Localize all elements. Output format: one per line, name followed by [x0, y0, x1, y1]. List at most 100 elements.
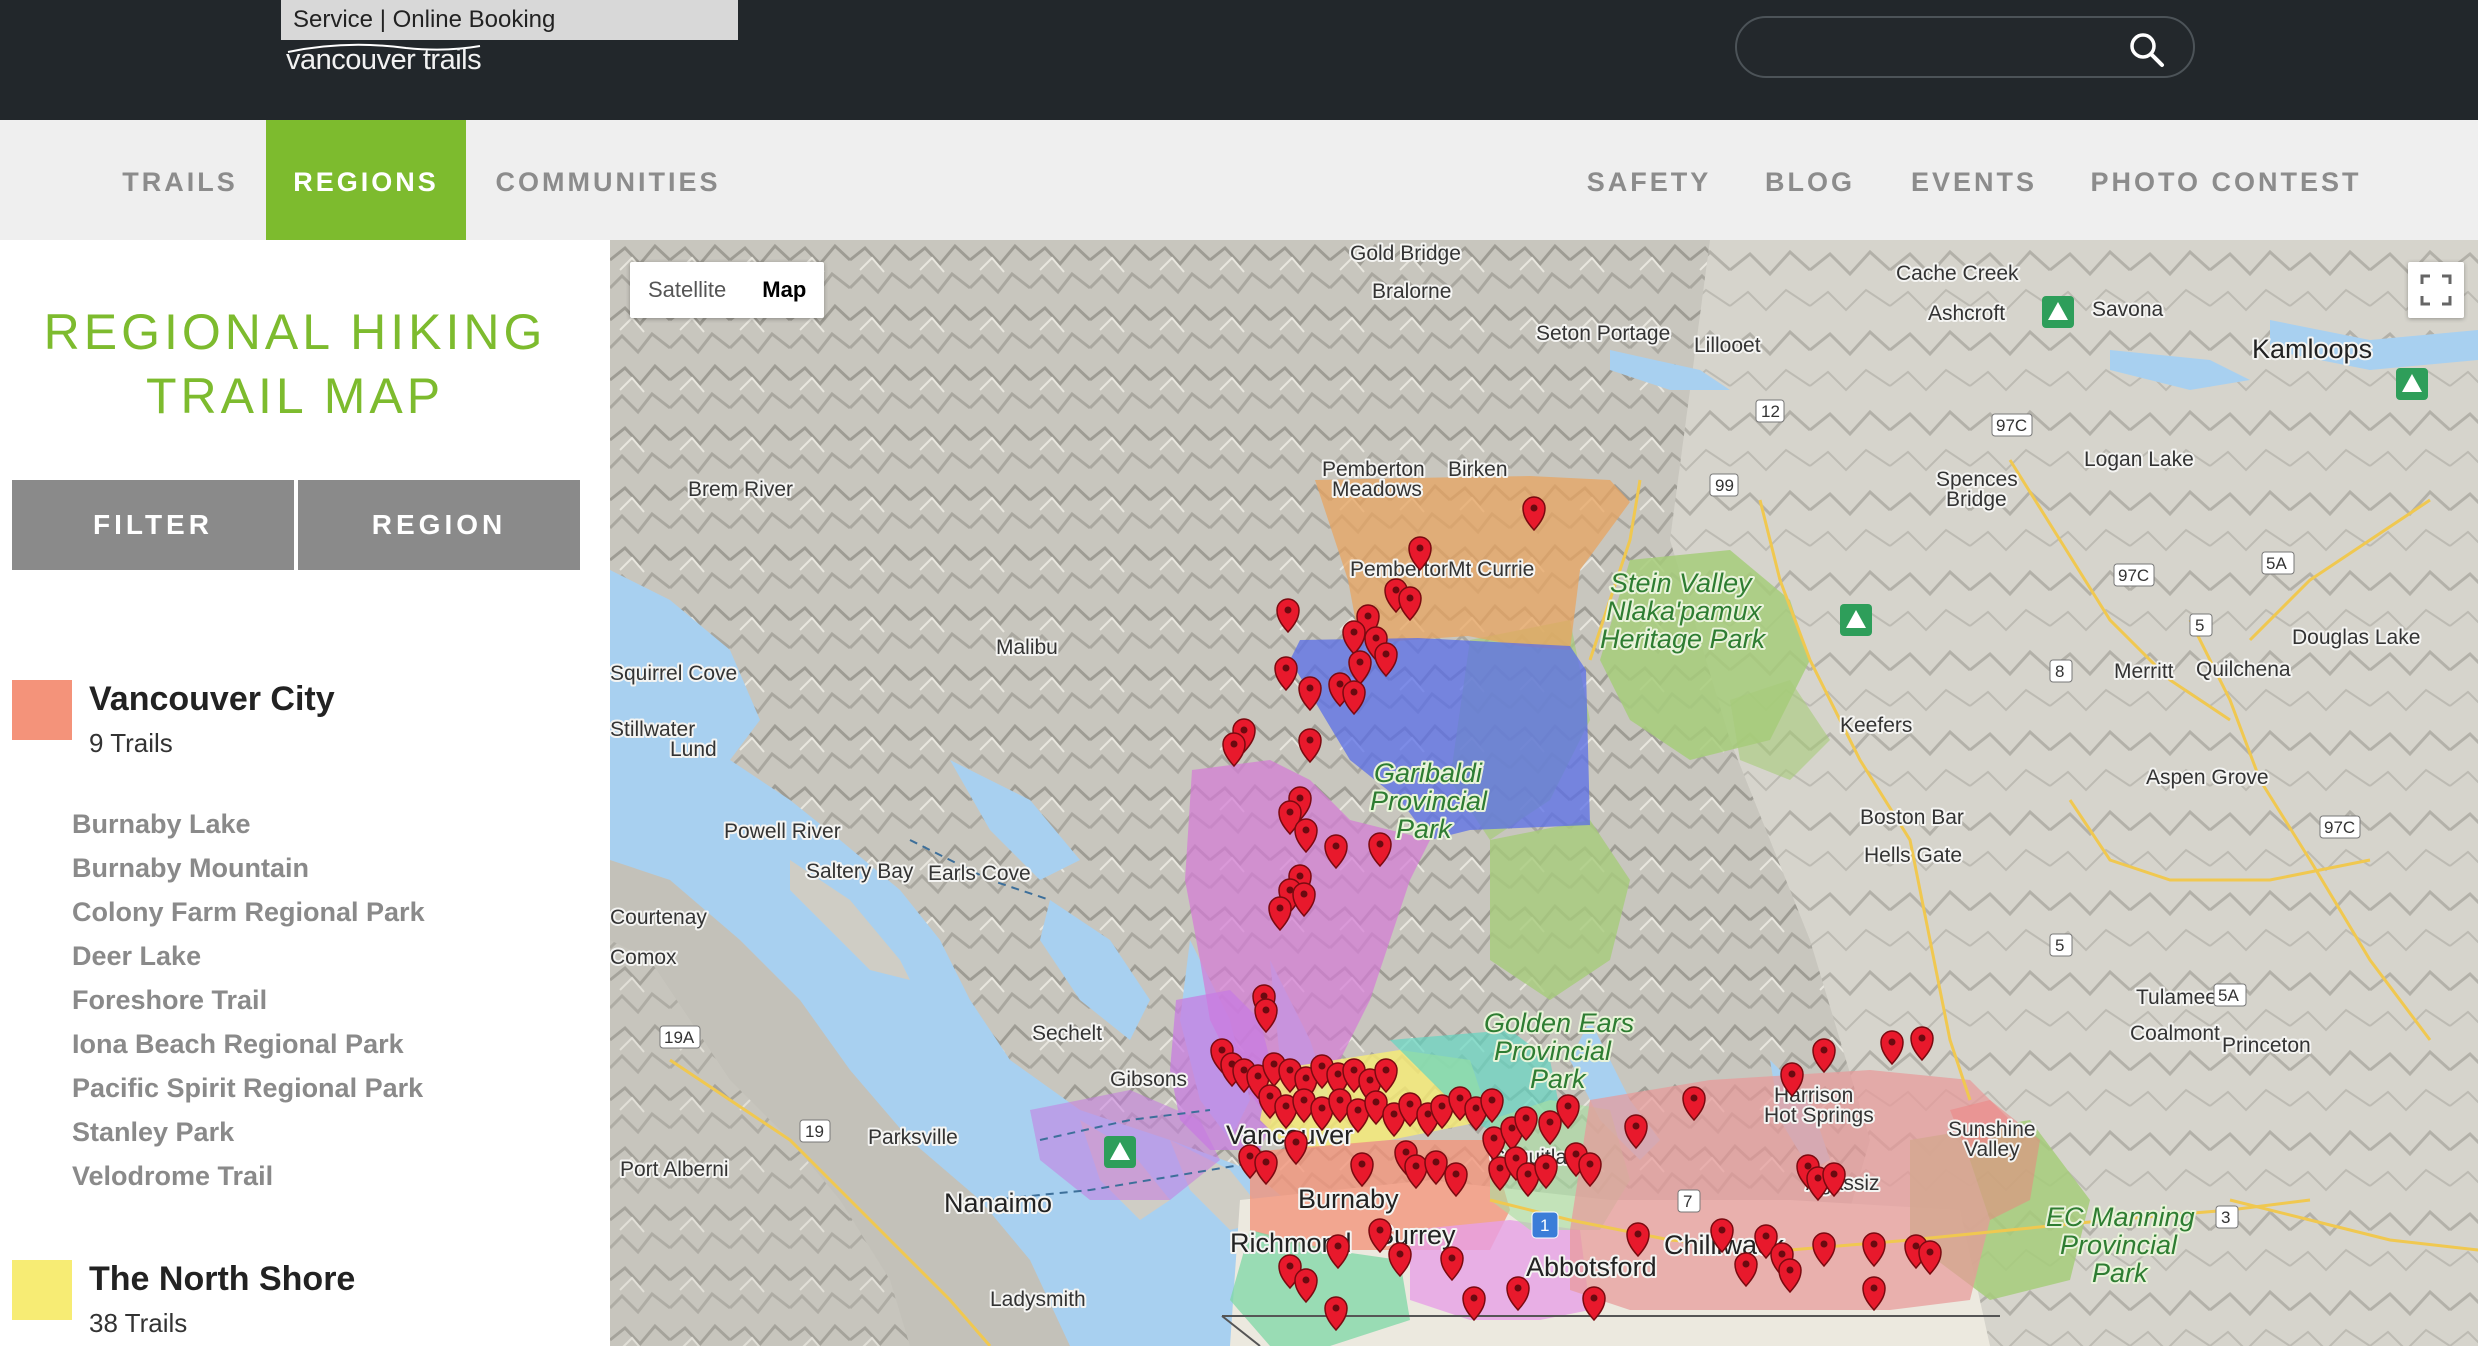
svg-text:Garibaldi: Garibaldi	[1374, 758, 1483, 788]
trail-link[interactable]: Stanley Park	[72, 1110, 425, 1154]
svg-text:Bridge: Bridge	[1946, 488, 2007, 511]
svg-text:Stillwater: Stillwater	[610, 718, 695, 741]
svg-text:Douglas Lake: Douglas Lake	[2292, 626, 2420, 649]
svg-text:7: 7	[1683, 1192, 1692, 1211]
svg-text:3: 3	[2221, 1208, 2230, 1227]
svg-text:Birken: Birken	[1448, 458, 1508, 481]
svg-text:Brem River: Brem River	[688, 478, 793, 501]
filter-button[interactable]: FILTER	[12, 480, 294, 570]
trail-link[interactable]: Colony Farm Regional Park	[72, 890, 425, 934]
nav-events[interactable]: EVENTS	[1900, 120, 2048, 240]
trail-link[interactable]: Foreshore Trail	[72, 978, 425, 1022]
svg-text:Burnaby: Burnaby	[1298, 1184, 1399, 1214]
fullscreen-button[interactable]	[2408, 262, 2464, 318]
svg-text:Earls Cove: Earls Cove	[928, 862, 1031, 885]
svg-text:Valley: Valley	[1964, 1138, 2020, 1161]
svg-text:Ladysmith: Ladysmith	[990, 1288, 1086, 1311]
fullscreen-icon	[2420, 274, 2452, 306]
svg-text:Courtenay: Courtenay	[610, 906, 707, 929]
svg-text:Comox: Comox	[610, 946, 677, 969]
search-input[interactable]	[1757, 28, 2117, 66]
svg-text:Hells Gate: Hells Gate	[1864, 844, 1962, 867]
svg-text:Nlaka'pamux: Nlaka'pamux	[1606, 596, 1763, 626]
svg-text:Princeton: Princeton	[2222, 1034, 2311, 1057]
region-color-swatch	[12, 680, 72, 740]
map-canvas[interactable]: Gold Bridge Bralorne Cache Creek Ashcrof…	[610, 240, 2478, 1346]
nav-communities[interactable]: COMMUNITIES	[480, 120, 736, 240]
svg-text:Ashcroft: Ashcroft	[1928, 302, 2005, 325]
svg-text:Lund: Lund	[670, 738, 717, 761]
svg-text:Merritt: Merritt	[2114, 660, 2174, 683]
region-color-swatch	[12, 1260, 72, 1320]
svg-text:5A: 5A	[2266, 554, 2287, 573]
region-name: Vancouver City	[89, 680, 335, 718]
svg-text:Coalmont: Coalmont	[2130, 1022, 2220, 1045]
service-booking-link[interactable]: Service | Online Booking	[281, 0, 738, 40]
trail-link[interactable]: Deer Lake	[72, 934, 425, 978]
svg-text:Kamloops: Kamloops	[2252, 334, 2372, 364]
svg-text:Abbotsford: Abbotsford	[1526, 1252, 1657, 1282]
svg-text:97C: 97C	[2324, 818, 2355, 837]
svg-text:Provincial: Provincial	[1370, 786, 1488, 816]
region-button[interactable]: REGION	[298, 480, 580, 570]
svg-text:Heritage Park: Heritage Park	[1600, 624, 1767, 654]
trail-link[interactable]: Burnaby Lake	[72, 802, 425, 846]
svg-text:19: 19	[805, 1122, 824, 1141]
trail-link[interactable]: Pacific Spirit Regional Park	[72, 1066, 425, 1110]
svg-text:12: 12	[1761, 402, 1780, 421]
region-trail-count: 38 Trails	[89, 1308, 188, 1338]
svg-text:Powell River: Powell River	[724, 820, 841, 843]
top-bar: Service | Online Booking vancouver trail…	[0, 0, 2478, 120]
trail-link[interactable]: Iona Beach Regional Park	[72, 1022, 425, 1066]
svg-text:Bralorne: Bralorne	[1372, 280, 1451, 303]
svg-text:Aspen Grove: Aspen Grove	[2146, 766, 2269, 789]
svg-text:5: 5	[2195, 616, 2204, 635]
svg-text:Seton Portage: Seton Portage	[1536, 322, 1670, 345]
svg-text:Quilchena: Quilchena	[2196, 658, 2291, 681]
region-map[interactable]: Gold Bridge Bralorne Cache Creek Ashcrof…	[610, 240, 2478, 1346]
svg-text:Gold Bridge: Gold Bridge	[1350, 242, 1461, 265]
page-title: REGIONAL HIKING TRAIL MAP	[43, 304, 547, 424]
svg-text:5A: 5A	[2218, 986, 2239, 1005]
site-logo[interactable]: vancouver trails	[286, 44, 482, 77]
svg-text:Nanaimo: Nanaimo	[944, 1188, 1052, 1218]
svg-text:Port Alberni: Port Alberni	[620, 1158, 729, 1181]
svg-text:Meadows: Meadows	[1332, 478, 1422, 501]
trail-link[interactable]: Velodrome Trail	[72, 1154, 425, 1198]
nav-blog[interactable]: BLOG	[1752, 120, 1868, 240]
svg-text:EC Manning: EC Manning	[2046, 1202, 2195, 1232]
svg-text:Saltery Bay: Saltery Bay	[806, 860, 914, 883]
svg-text:5: 5	[2055, 936, 2064, 955]
svg-text:Park: Park	[1530, 1064, 1587, 1094]
region-sidebar: REGIONAL HIKING TRAIL MAP FILTER REGION …	[0, 240, 610, 1346]
nav-regions[interactable]: REGIONS	[266, 120, 466, 240]
svg-text:Stein Valley: Stein Valley	[1610, 568, 1753, 598]
svg-text:Parksville: Parksville	[868, 1126, 958, 1149]
svg-text:Squirrel Cove: Squirrel Cove	[610, 662, 737, 685]
svg-text:Park: Park	[2092, 1258, 2149, 1288]
svg-text:Provincial: Provincial	[2060, 1230, 2178, 1260]
svg-text:Gibsons: Gibsons	[1110, 1068, 1187, 1091]
svg-text:Keefers: Keefers	[1840, 714, 1912, 737]
search-box	[1735, 16, 2195, 78]
svg-text:Cache Creek: Cache Creek	[1896, 262, 2019, 285]
svg-text:99: 99	[1715, 476, 1734, 495]
svg-text:97C: 97C	[2118, 566, 2149, 585]
svg-text:19A: 19A	[664, 1028, 695, 1047]
nav-photo-contest[interactable]: PHOTO CONTEST	[2086, 120, 2366, 240]
svg-text:Savona: Savona	[2092, 298, 2164, 321]
satellite-button[interactable]: Satellite	[630, 262, 744, 318]
svg-text:Mt Currie: Mt Currie	[1448, 558, 1534, 581]
trail-link[interactable]: Burnaby Mountain	[72, 846, 425, 890]
nav-trails[interactable]: TRAILS	[100, 120, 260, 240]
trail-list: Burnaby Lake Burnaby Mountain Colony Far…	[72, 802, 425, 1198]
map-type-control: Satellite Map	[630, 262, 825, 318]
svg-text:Boston Bar: Boston Bar	[1860, 806, 1964, 829]
svg-text:Hot Springs: Hot Springs	[1764, 1104, 1874, 1127]
map-button[interactable]: Map	[744, 262, 824, 318]
region-trail-count: 9 Trails	[89, 728, 173, 758]
nav-safety[interactable]: SAFETY	[1574, 120, 1724, 240]
svg-text:1: 1	[1540, 1216, 1549, 1235]
search-icon[interactable]	[2127, 30, 2167, 70]
svg-text:97C: 97C	[1996, 416, 2027, 435]
